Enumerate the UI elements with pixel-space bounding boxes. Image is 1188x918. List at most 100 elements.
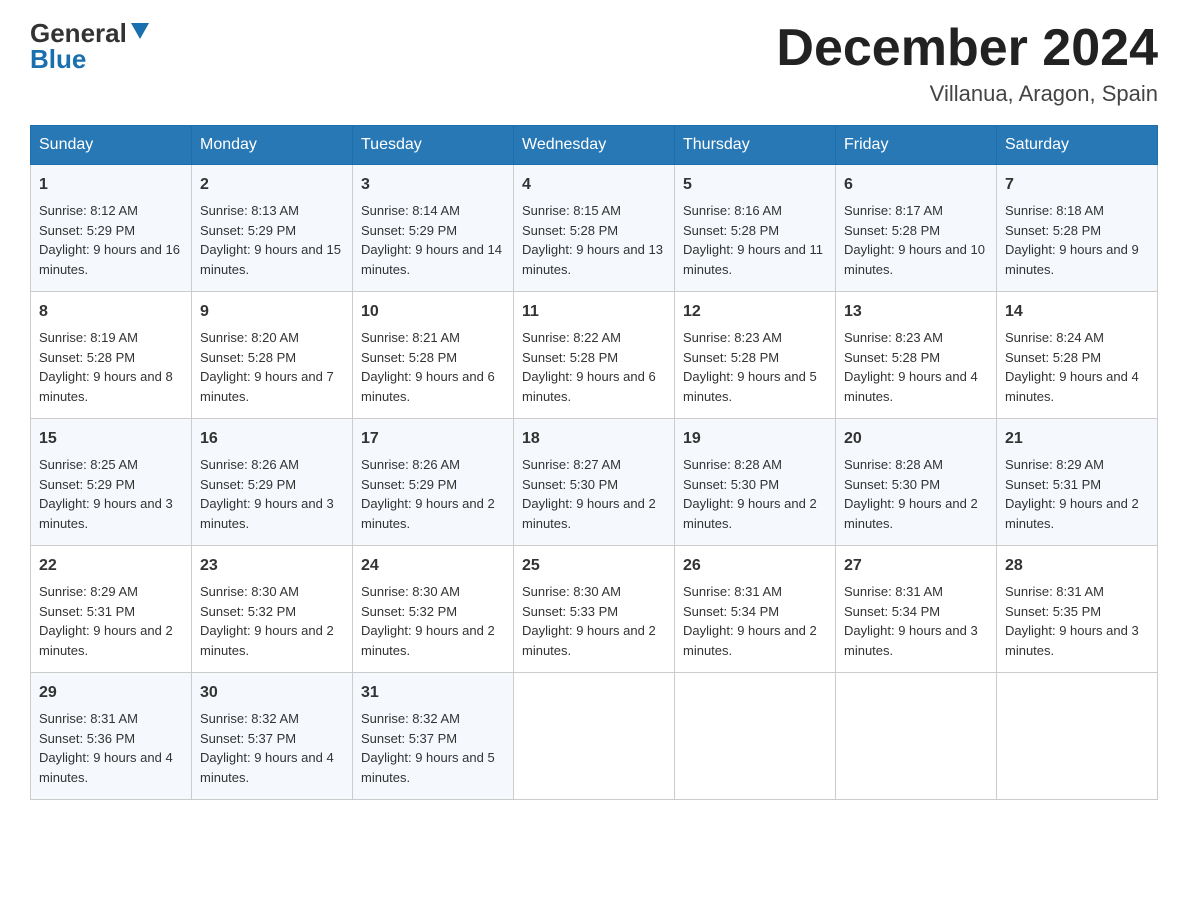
day-number: 21 [1005, 427, 1149, 451]
day-info: Sunrise: 8:26 AMSunset: 5:29 PMDaylight:… [200, 457, 334, 531]
cell-week5-day3 [514, 673, 675, 800]
day-number: 10 [361, 300, 505, 324]
day-number: 23 [200, 554, 344, 578]
day-info: Sunrise: 8:25 AMSunset: 5:29 PMDaylight:… [39, 457, 173, 531]
cell-week2-day1: 9Sunrise: 8:20 AMSunset: 5:28 PMDaylight… [192, 292, 353, 419]
day-number: 27 [844, 554, 988, 578]
header-thursday: Thursday [675, 126, 836, 165]
logo-triangle-icon [131, 23, 149, 39]
day-info: Sunrise: 8:31 AMSunset: 5:34 PMDaylight:… [844, 584, 978, 658]
day-number: 7 [1005, 173, 1149, 197]
day-info: Sunrise: 8:24 AMSunset: 5:28 PMDaylight:… [1005, 330, 1139, 404]
day-number: 26 [683, 554, 827, 578]
cell-week1-day4: 5Sunrise: 8:16 AMSunset: 5:28 PMDaylight… [675, 165, 836, 292]
page-title: December 2024 [776, 20, 1158, 77]
header-row: SundayMondayTuesdayWednesdayThursdayFrid… [31, 126, 1158, 165]
day-info: Sunrise: 8:20 AMSunset: 5:28 PMDaylight:… [200, 330, 334, 404]
week-row-1: 1Sunrise: 8:12 AMSunset: 5:29 PMDaylight… [31, 165, 1158, 292]
cell-week3-day0: 15 Sunrise: 8:25 AMSunset: 5:29 PMDayligh… [31, 419, 192, 546]
cell-week1-day1: 2Sunrise: 8:13 AMSunset: 5:29 PMDaylight… [192, 165, 353, 292]
cell-week4-day5: 27 Sunrise: 8:31 AMSunset: 5:34 PMDayligh… [836, 546, 997, 673]
header-wednesday: Wednesday [514, 126, 675, 165]
day-info: Sunrise: 8:30 AMSunset: 5:33 PMDaylight:… [522, 584, 656, 658]
day-number: 15 [39, 427, 183, 451]
day-info: Sunrise: 8:29 AMSunset: 5:31 PMDaylight:… [39, 584, 173, 658]
day-number: 5 [683, 173, 827, 197]
week-row-2: 8 Sunrise: 8:19 AMSunset: 5:28 PMDaylight… [31, 292, 1158, 419]
day-info: Sunrise: 8:17 AMSunset: 5:28 PMDaylight:… [844, 203, 985, 277]
header-sunday: Sunday [31, 126, 192, 165]
day-number: 13 [844, 300, 988, 324]
cell-week3-day6: 21 Sunrise: 8:29 AMSunset: 5:31 PMDayligh… [997, 419, 1158, 546]
cell-week5-day1: 30Sunrise: 8:32 AMSunset: 5:37 PMDayligh… [192, 673, 353, 800]
day-number: 24 [361, 554, 505, 578]
cell-week3-day3: 18 Sunrise: 8:27 AMSunset: 5:30 PMDayligh… [514, 419, 675, 546]
week-row-3: 15 Sunrise: 8:25 AMSunset: 5:29 PMDayligh… [31, 419, 1158, 546]
logo: General Blue [30, 20, 149, 72]
day-info: Sunrise: 8:22 AMSunset: 5:28 PMDaylight:… [522, 330, 656, 404]
page-header: General Blue December 2024 Villanua, Ara… [30, 20, 1158, 107]
day-number: 18 [522, 427, 666, 451]
page-subtitle: Villanua, Aragon, Spain [776, 81, 1158, 107]
cell-week4-day1: 23 Sunrise: 8:30 AMSunset: 5:32 PMDayligh… [192, 546, 353, 673]
logo-general: General [30, 20, 127, 46]
cell-week1-day5: 6 Sunrise: 8:17 AMSunset: 5:28 PMDaylight… [836, 165, 997, 292]
day-number: 3 [361, 173, 505, 197]
header-tuesday: Tuesday [353, 126, 514, 165]
day-number: 16 [200, 427, 344, 451]
cell-week5-day2: 31 Sunrise: 8:32 AMSunset: 5:37 PMDayligh… [353, 673, 514, 800]
cell-week3-day4: 19Sunrise: 8:28 AMSunset: 5:30 PMDayligh… [675, 419, 836, 546]
week-row-4: 22Sunrise: 8:29 AMSunset: 5:31 PMDayligh… [31, 546, 1158, 673]
day-number: 17 [361, 427, 505, 451]
cell-week5-day4 [675, 673, 836, 800]
day-info: Sunrise: 8:21 AMSunset: 5:28 PMDaylight:… [361, 330, 495, 404]
day-info: Sunrise: 8:28 AMSunset: 5:30 PMDaylight:… [844, 457, 978, 531]
cell-week3-day1: 16 Sunrise: 8:26 AMSunset: 5:29 PMDayligh… [192, 419, 353, 546]
cell-week1-day6: 7 Sunrise: 8:18 AMSunset: 5:28 PMDaylight… [997, 165, 1158, 292]
cell-week2-day5: 13 Sunrise: 8:23 AMSunset: 5:28 PMDayligh… [836, 292, 997, 419]
day-info: Sunrise: 8:12 AMSunset: 5:29 PMDaylight:… [39, 203, 180, 277]
cell-week1-day3: 4 Sunrise: 8:15 AMSunset: 5:28 PMDaylight… [514, 165, 675, 292]
cell-week1-day0: 1Sunrise: 8:12 AMSunset: 5:29 PMDaylight… [31, 165, 192, 292]
cell-week2-day3: 11 Sunrise: 8:22 AMSunset: 5:28 PMDayligh… [514, 292, 675, 419]
day-number: 31 [361, 681, 505, 705]
cell-week4-day4: 26 Sunrise: 8:31 AMSunset: 5:34 PMDayligh… [675, 546, 836, 673]
cell-week5-day5 [836, 673, 997, 800]
day-number: 29 [39, 681, 183, 705]
day-info: Sunrise: 8:19 AMSunset: 5:28 PMDaylight:… [39, 330, 173, 404]
day-info: Sunrise: 8:23 AMSunset: 5:28 PMDaylight:… [844, 330, 978, 404]
day-info: Sunrise: 8:30 AMSunset: 5:32 PMDaylight:… [361, 584, 495, 658]
day-info: Sunrise: 8:27 AMSunset: 5:30 PMDaylight:… [522, 457, 656, 531]
day-info: Sunrise: 8:32 AMSunset: 5:37 PMDaylight:… [200, 711, 334, 785]
day-number: 4 [522, 173, 666, 197]
day-info: Sunrise: 8:31 AMSunset: 5:35 PMDaylight:… [1005, 584, 1139, 658]
week-row-5: 29 Sunrise: 8:31 AMSunset: 5:36 PMDayligh… [31, 673, 1158, 800]
day-number: 19 [683, 427, 827, 451]
day-info: Sunrise: 8:32 AMSunset: 5:37 PMDaylight:… [361, 711, 495, 785]
cell-week4-day2: 24 Sunrise: 8:30 AMSunset: 5:32 PMDayligh… [353, 546, 514, 673]
cell-week4-day3: 25 Sunrise: 8:30 AMSunset: 5:33 PMDayligh… [514, 546, 675, 673]
cell-week5-day0: 29 Sunrise: 8:31 AMSunset: 5:36 PMDayligh… [31, 673, 192, 800]
day-info: Sunrise: 8:18 AMSunset: 5:28 PMDaylight:… [1005, 203, 1139, 277]
day-number: 25 [522, 554, 666, 578]
day-info: Sunrise: 8:15 AMSunset: 5:28 PMDaylight:… [522, 203, 663, 277]
day-info: Sunrise: 8:29 AMSunset: 5:31 PMDaylight:… [1005, 457, 1139, 531]
day-number: 20 [844, 427, 988, 451]
day-number: 11 [522, 300, 666, 324]
cell-week5-day6 [997, 673, 1158, 800]
calendar-header: SundayMondayTuesdayWednesdayThursdayFrid… [31, 126, 1158, 165]
logo-blue: Blue [30, 46, 86, 72]
day-info: Sunrise: 8:14 AMSunset: 5:29 PMDaylight:… [361, 203, 502, 277]
cell-week2-day4: 12Sunrise: 8:23 AMSunset: 5:28 PMDayligh… [675, 292, 836, 419]
cell-week3-day2: 17Sunrise: 8:26 AMSunset: 5:29 PMDayligh… [353, 419, 514, 546]
day-info: Sunrise: 8:30 AMSunset: 5:32 PMDaylight:… [200, 584, 334, 658]
cell-week2-day2: 10 Sunrise: 8:21 AMSunset: 5:28 PMDayligh… [353, 292, 514, 419]
day-number: 6 [844, 173, 988, 197]
day-info: Sunrise: 8:31 AMSunset: 5:34 PMDaylight:… [683, 584, 817, 658]
day-info: Sunrise: 8:23 AMSunset: 5:28 PMDaylight:… [683, 330, 817, 404]
calendar-table: SundayMondayTuesdayWednesdayThursdayFrid… [30, 125, 1158, 800]
day-number: 2 [200, 173, 344, 197]
day-number: 8 [39, 300, 183, 324]
cell-week4-day0: 22Sunrise: 8:29 AMSunset: 5:31 PMDayligh… [31, 546, 192, 673]
day-info: Sunrise: 8:31 AMSunset: 5:36 PMDaylight:… [39, 711, 173, 785]
